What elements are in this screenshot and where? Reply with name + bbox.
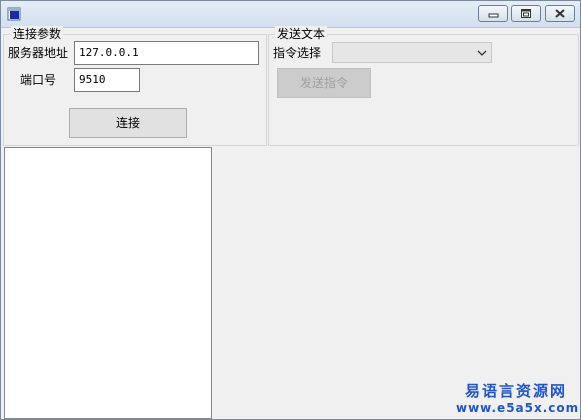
port-input[interactable]: 9510	[74, 68, 140, 92]
send-text-title: 发送文本	[275, 26, 328, 42]
send-command-button[interactable]: 发送指令	[277, 68, 371, 98]
connect-params-title: 连接参数	[11, 26, 64, 42]
restore-button[interactable]	[511, 5, 541, 22]
title-bar[interactable]	[1, 1, 580, 28]
close-button[interactable]	[545, 5, 575, 22]
server-address-label: 服务器地址	[8, 46, 69, 60]
server-address-input[interactable]: 127.0.0.1	[74, 41, 259, 65]
watermark: 易语言资源网 www.e5a5x.com	[456, 382, 580, 416]
chevron-down-icon	[477, 50, 487, 56]
main-window: 连接参数 服务器地址 127.0.0.1 端口号 9510 连接 发送文本 指令…	[0, 0, 581, 420]
port-label: 端口号	[20, 73, 57, 87]
close-icon	[555, 9, 565, 18]
command-select-label: 指令选择	[273, 46, 322, 60]
watermark-url: www.e5a5x.com	[456, 401, 580, 415]
command-select[interactable]	[332, 42, 492, 63]
message-list[interactable]	[4, 147, 212, 419]
restore-icon	[521, 9, 531, 18]
minimize-icon	[488, 13, 499, 18]
minimize-button[interactable]	[478, 5, 508, 22]
connect-button[interactable]: 连接	[69, 108, 187, 138]
app-icon	[7, 7, 21, 21]
watermark-title: 易语言资源网	[464, 382, 567, 400]
